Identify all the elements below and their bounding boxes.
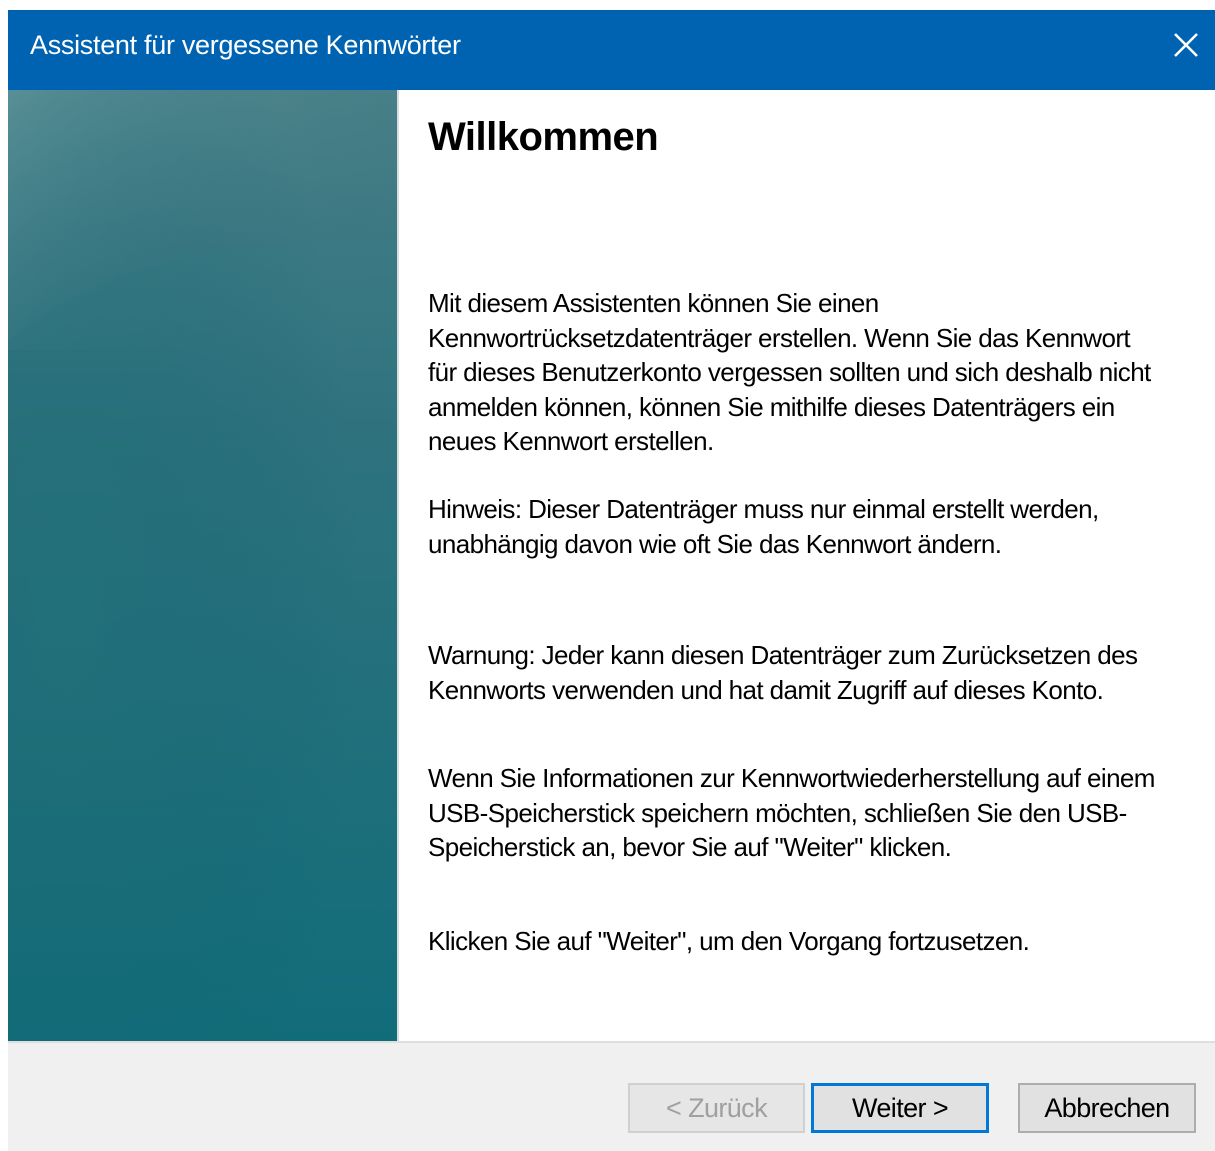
button-bar: < Zurück Weiter > Abbrechen — [8, 1041, 1215, 1151]
intro-paragraph: Mit diesem Assistenten können Sie einen … — [428, 288, 1151, 456]
close-button[interactable] — [1163, 22, 1209, 68]
note-paragraph: Hinweis: Dieser Datenträger muss nur ein… — [428, 494, 1099, 559]
warning-paragraph: Warnung: Jeder kann diesen Datenträger z… — [428, 640, 1138, 705]
usb-paragraph: Wenn Sie Informationen zur Kennwortwiede… — [428, 763, 1155, 862]
cancel-button[interactable]: Abbrechen — [1018, 1083, 1196, 1133]
wizard-sidebar-banner — [8, 90, 399, 1041]
page-heading: Willkommen — [428, 115, 659, 159]
next-button[interactable]: Weiter > — [811, 1083, 989, 1133]
close-icon — [1174, 33, 1198, 57]
sidebar-graphic — [8, 90, 397, 1041]
wizard-window: Assistent für vergessene Kennwörter Will… — [8, 10, 1215, 1151]
window-title: Assistent für vergessene Kennwörter — [30, 30, 461, 60]
back-button[interactable]: < Zurück — [628, 1083, 805, 1133]
title-bar: Assistent für vergessene Kennwörter — [8, 10, 1215, 90]
wizard-content: Willkommen Mit diesem Assistenten können… — [399, 90, 1215, 1041]
continue-paragraph: Klicken Sie auf "Weiter", um den Vorgang… — [428, 926, 1030, 956]
